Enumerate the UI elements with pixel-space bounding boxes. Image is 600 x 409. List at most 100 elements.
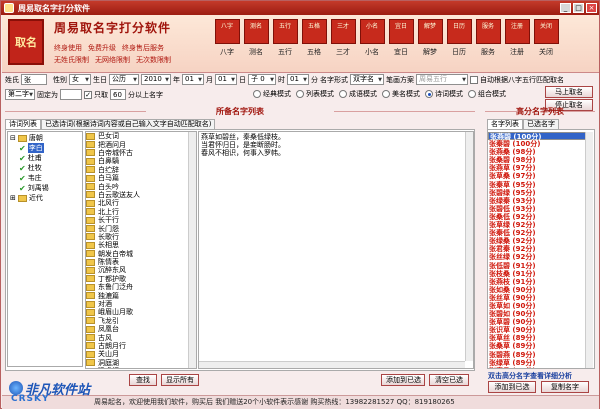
month-select[interactable]: 01: [182, 74, 204, 85]
name-result-item[interactable]: 张草如 (90分): [488, 302, 592, 310]
fuwu-icon: 服务: [475, 19, 501, 44]
check-icon: ✔: [19, 173, 26, 183]
clear-selected-button[interactable]: 清空已选: [429, 374, 469, 386]
name-result-item[interactable]: 张丝绿 (92分): [488, 253, 592, 261]
name-result-item[interactable]: 张丝草 (90分): [488, 294, 592, 302]
name-result-item[interactable]: 张绿草 (89分): [488, 359, 592, 367]
toolbar-guanbi-button[interactable]: 关闭 关闭: [533, 19, 559, 57]
name-result-item[interactable]: 张燕枝 (91分): [488, 278, 592, 286]
year-select[interactable]: 2010: [141, 74, 171, 85]
toolbar-yiri-button[interactable]: 宜日 宜日: [388, 19, 414, 57]
mode-radio-idiom[interactable]: [339, 90, 347, 98]
add-name-to-selected-button[interactable]: 添加到已选: [488, 381, 536, 393]
only-show-checkbox[interactable]: ✓: [84, 90, 92, 99]
mode-label: 诗词模式: [435, 90, 463, 98]
name-result-item[interactable]: 张碧燕 (89分): [488, 351, 592, 359]
tree-item[interactable]: ✔ 杜甫: [19, 153, 42, 163]
min-score-input[interactable]: [110, 89, 126, 100]
fixed-char-input[interactable]: [60, 89, 82, 100]
tree-item[interactable]: ✔ 杜牧: [19, 163, 42, 173]
hour-select[interactable]: 子 0: [248, 74, 276, 85]
ceming-icon: 测名: [243, 19, 269, 44]
toolbar-bazi-button[interactable]: 八字 八字: [214, 19, 240, 57]
name-result-item[interactable]: 张燕碧 (100分): [488, 132, 592, 142]
scheme-select[interactable]: 周易五行: [416, 74, 468, 85]
start-naming-button[interactable]: 马上取名: [545, 86, 593, 98]
toolbar-label: 五行: [278, 48, 292, 56]
poem-line: 当君怀归日，是妾断肠时。: [201, 141, 285, 149]
tab-name-list[interactable]: 名字列表: [487, 119, 523, 129]
name-result-item[interactable]: 张秦草 (95分): [488, 181, 592, 189]
copy-name-button[interactable]: 复制名字: [541, 381, 589, 393]
toolbar-xiaoming-button[interactable]: 小名 小名: [359, 19, 385, 57]
name-result-item[interactable]: 张碧低 (93分): [488, 205, 592, 213]
tree-item[interactable]: ✔ 刘禹锡: [19, 183, 49, 193]
poem-text-area[interactable]: 燕草如碧丝，秦桑低绿枝。 当君怀归日，是妾断肠时。 春风不相识，何事入罗帏。: [199, 132, 473, 368]
name-result-item[interactable]: 张秦低 (92分): [488, 229, 592, 237]
close-button[interactable]: ×: [586, 3, 597, 13]
name-result-item[interactable]: 张碧绿 (95分): [488, 189, 592, 197]
poem-list-item[interactable]: 猛虎行: [86, 367, 196, 368]
toolbar-fuwu-button[interactable]: 服务 服务: [475, 19, 501, 57]
toolbar-label: 日历: [452, 48, 466, 56]
toolbar-sancai-button[interactable]: 三才 三才: [330, 19, 356, 57]
toolbar-wuge-button[interactable]: 五格 五格: [301, 19, 327, 57]
poem-list-scrollbar[interactable]: [188, 132, 196, 368]
check-icon: ✔: [19, 153, 26, 163]
name-result-item[interactable]: 张秦碧 (100分): [488, 140, 592, 148]
tree-folder[interactable]: ⊞ 近代: [10, 193, 43, 203]
name-form-select[interactable]: 双字名: [350, 74, 384, 85]
mode-radio-list[interactable]: [296, 90, 304, 98]
add-to-selected-button[interactable]: 添加到已选: [381, 374, 425, 386]
toolbar-jiemeng-button[interactable]: 解梦 解梦: [417, 19, 443, 57]
name-result-item[interactable]: 张低碧 (91分): [488, 262, 592, 270]
show-all-button[interactable]: 显示所有: [161, 374, 199, 386]
results-scrollbar[interactable]: [585, 132, 593, 368]
maximize-button[interactable]: □: [573, 3, 584, 13]
surname-input[interactable]: [21, 74, 47, 85]
toolbar-rili-button[interactable]: 日历 日历: [446, 19, 472, 57]
tree-item[interactable]: ✔ 韦庄: [19, 173, 42, 183]
auto-fix-checkbox[interactable]: [470, 75, 478, 84]
tree-folder[interactable]: ⊟ 唐朝: [10, 133, 43, 143]
watermark-icon: [9, 381, 23, 395]
search-button[interactable]: 查找: [129, 374, 157, 386]
char-position-select[interactable]: 第二字: [5, 89, 35, 100]
name-result-item[interactable]: 张秦桑 (89分): [488, 367, 592, 368]
toolbar-wuxing-button[interactable]: 五行 五行: [272, 19, 298, 57]
name-result-item[interactable]: 张桑低 (92分): [488, 213, 592, 221]
minimize-button[interactable]: _: [560, 3, 571, 13]
text-hscrollbar[interactable]: [199, 361, 465, 368]
mode-radio-classic[interactable]: [253, 90, 261, 98]
left-section-header: 所备名字列表: [5, 107, 475, 116]
toolbar-zhuce-button[interactable]: 注册 注册: [504, 19, 530, 57]
text-vscrollbar[interactable]: [465, 132, 473, 361]
name-result-item[interactable]: 张碧如 (90分): [488, 310, 592, 318]
tab-selected-names[interactable]: 已选名字: [523, 119, 559, 129]
name-result-item[interactable]: 张草绿 (92分): [488, 221, 592, 229]
mode-radio-poetry[interactable]: [425, 90, 433, 98]
name-result-item[interactable]: 张如桑 (90分): [488, 286, 592, 294]
gender-select[interactable]: 女: [69, 74, 91, 85]
name-result-item[interactable]: 张草桑 (97分): [488, 172, 592, 180]
feature-text: 终身售后服务: [122, 44, 164, 52]
name-result-item[interactable]: 张绿秦 (93分): [488, 197, 592, 205]
feature-text: 无次数限制: [136, 56, 171, 64]
calendar-select[interactable]: 公历: [109, 74, 139, 85]
minute-select[interactable]: 01: [287, 74, 309, 85]
tab-poem-list[interactable]: 诗词列表: [5, 119, 41, 129]
toolbar-ceming-button[interactable]: 测名 测名: [243, 19, 269, 57]
mode-radio-combo[interactable]: [468, 90, 476, 98]
toolbar-label: 测名: [249, 48, 263, 56]
app-logo-icon: [4, 3, 14, 13]
tab-selected-poems[interactable]: 已选诗词(根据诗词内容或自己输入文字自动匹配取名): [41, 119, 216, 129]
mode-radio-beauty[interactable]: [382, 90, 390, 98]
poem-line: 春风不相识，何事入罗帏。: [201, 149, 285, 157]
poem-line: 燕草如碧丝，秦桑低绿枝。: [201, 133, 285, 141]
tree-label: 韦庄: [27, 174, 42, 182]
name-result-item[interactable]: 张枝桑 (91分): [488, 270, 592, 278]
day-select[interactable]: 01: [215, 74, 237, 85]
tree-item[interactable]: ✔ 李白: [19, 143, 44, 153]
name-result-item[interactable]: 张桑草 (89分): [488, 342, 592, 350]
birth-label: 生日: [93, 75, 107, 84]
